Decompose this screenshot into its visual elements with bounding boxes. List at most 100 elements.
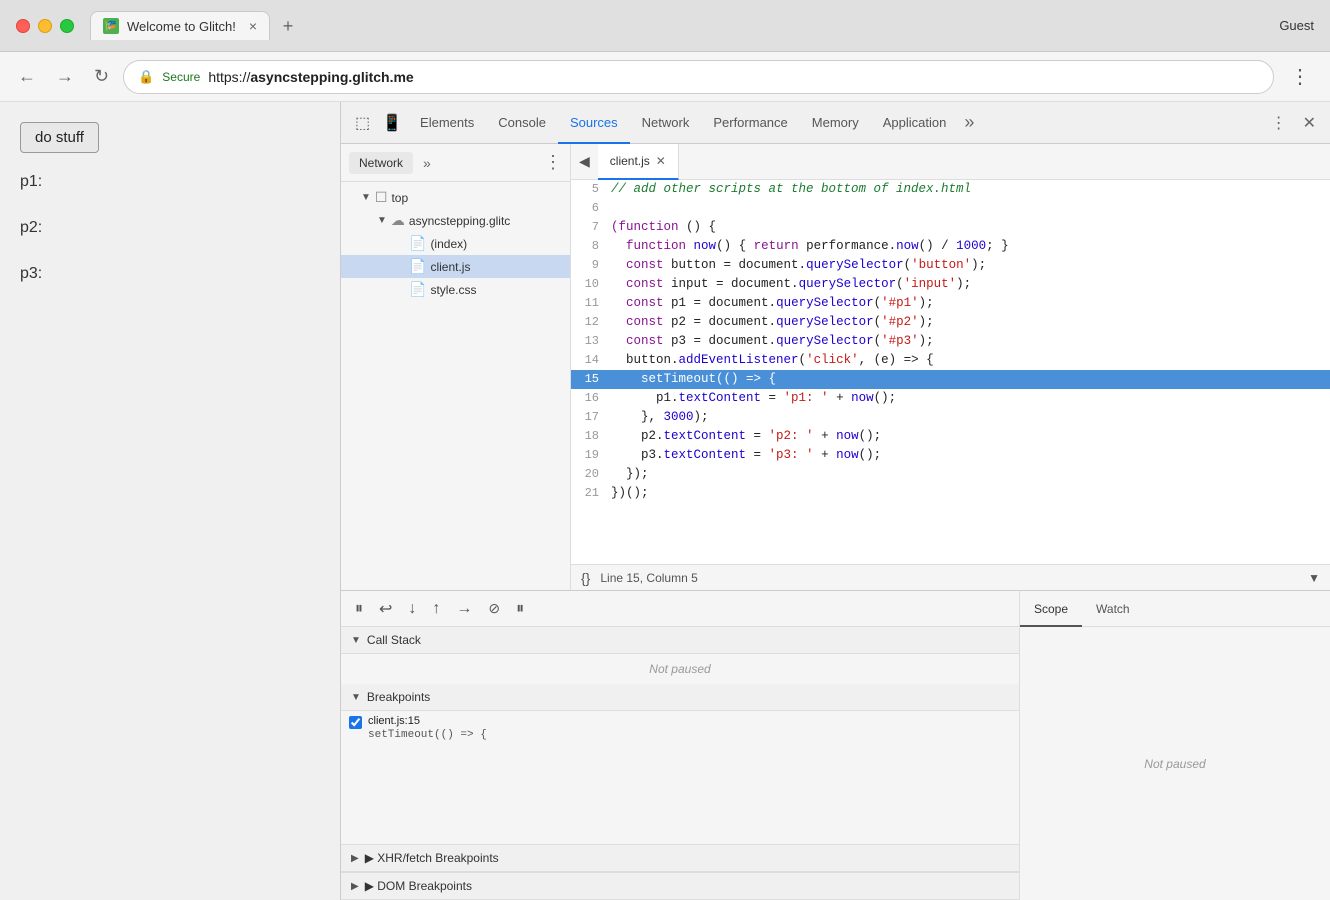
address-input[interactable]: 🔒 Secure https://asyncstepping.glitch.me (123, 60, 1274, 94)
forward-button[interactable]: → (50, 62, 80, 91)
step-into-button[interactable]: ↓ (402, 597, 422, 621)
maximize-button[interactable] (60, 19, 74, 33)
inspect-element-button[interactable]: ⬚ (349, 109, 376, 137)
debugger-panel: ⏸ ↩ ↓ ↑ → ⊘ ⏸ ▼ Call Stack Not paused (341, 591, 1020, 900)
file-panel-header: Network » ⋮ (341, 144, 570, 182)
devtools-topbar: ⬚ 📱 Elements Console Sources Network Per… (341, 102, 1330, 144)
call-stack-label: Call Stack (367, 633, 421, 647)
step-over-button[interactable]: ↩ (373, 596, 398, 622)
code-line-17: 17 }, 3000); (571, 408, 1330, 427)
scope-tab-watch[interactable]: Watch (1082, 591, 1144, 627)
tree-item-style-css[interactable]: 📄 style.css (341, 278, 570, 301)
scope-tabs: Scope Watch (1020, 591, 1330, 627)
debugger-toolbar: ⏸ ↩ ↓ ↑ → ⊘ ⏸ (341, 591, 1019, 627)
scope-content: Not paused (1020, 627, 1330, 900)
tree-arrow-domain: ▼ (377, 215, 387, 226)
tab-performance[interactable]: Performance (701, 102, 799, 144)
xhr-arrow: ▶ (351, 853, 359, 864)
tab-memory[interactable]: Memory (800, 102, 871, 144)
tab-close-button[interactable]: × (249, 18, 257, 34)
format-button[interactable]: {} (581, 570, 590, 586)
status-text: Line 15, Column 5 (600, 571, 1298, 585)
code-line-5: 5 // add other scripts at the bottom of … (571, 180, 1330, 199)
scope-tab-scope[interactable]: Scope (1020, 591, 1082, 627)
devtools-panel: ⬚ 📱 Elements Console Sources Network Per… (340, 102, 1330, 900)
cloud-icon: ☁ (391, 212, 405, 229)
breakpoint-checkbox[interactable] (349, 716, 362, 729)
breakpoints-header[interactable]: ▼ Breakpoints (341, 684, 1019, 711)
more-tabs-button[interactable]: » (958, 112, 980, 133)
tree-label-top: top (391, 191, 408, 205)
breakpoint-content: client.js:15 setTimeout(() => { (368, 715, 487, 741)
code-editor[interactable]: 5 // add other scripts at the bottom of … (571, 180, 1330, 564)
label-p1: p1: (20, 173, 320, 191)
tab-elements[interactable]: Elements (408, 102, 486, 144)
call-stack-content: Not paused (341, 654, 1019, 684)
code-line-18: 18 p2.textContent = 'p2: ' + now(); (571, 427, 1330, 446)
folder-icon-top: ☐ (375, 189, 388, 206)
tab-application[interactable]: Application (871, 102, 959, 144)
label-p2: p2: (20, 219, 320, 237)
close-button[interactable] (16, 19, 30, 33)
breakpoint-code: setTimeout(() => { (368, 729, 487, 741)
tab-sources[interactable]: Sources (558, 102, 630, 144)
reload-button[interactable]: ↻ (88, 62, 115, 91)
browser-menu-button[interactable]: ⋮ (1282, 60, 1318, 93)
code-line-6: 6 (571, 199, 1330, 218)
code-line-7: 7 (function () { (571, 218, 1330, 237)
file-panel: Network » ⋮ ▼ ☐ top ▼ ☁ asyncsteppi (341, 144, 571, 590)
pause-resume-button[interactable]: ⏸ (349, 597, 369, 621)
breakpoint-item: client.js:15 setTimeout(() => { (341, 711, 1019, 745)
code-back-button[interactable]: ◀ (571, 149, 598, 174)
call-stack-header[interactable]: ▼ Call Stack (341, 627, 1019, 654)
traffic-lights (16, 19, 74, 33)
new-tab-button[interactable]: + (270, 12, 306, 40)
settings-button[interactable]: ⋮ (1265, 109, 1293, 137)
pause-on-exceptions-button[interactable]: ⏸ (510, 597, 530, 621)
file-panel-more[interactable]: » (417, 153, 437, 173)
file-panel-menu[interactable]: ⋮ (544, 152, 562, 173)
code-tab-close[interactable]: ✕ (656, 154, 666, 168)
deactivate-breakpoints-button[interactable]: ⊘ (482, 597, 506, 620)
address-text: https://asyncstepping.glitch.me (208, 69, 1259, 85)
tree-label-domain: asyncstepping.glitc (409, 214, 510, 228)
code-tab-label: client.js (610, 154, 650, 168)
minimize-button[interactable] (38, 19, 52, 33)
tree-item-domain[interactable]: ▼ ☁ asyncstepping.glitc (341, 209, 570, 232)
devtools-tabs: Elements Console Sources Network Perform… (408, 102, 1265, 144)
code-tab-client-js[interactable]: client.js ✕ (598, 144, 679, 180)
dom-arrow: ▶ (351, 881, 359, 892)
tab-console[interactable]: Console (486, 102, 558, 144)
tree-label-client-js: client.js (430, 260, 470, 274)
dom-breakpoints-header[interactable]: ▶ ▶ DOM Breakpoints (341, 872, 1019, 900)
back-button[interactable]: ← (12, 62, 42, 91)
tree-item-index[interactable]: 📄 (index) (341, 232, 570, 255)
file-panel-network-tab[interactable]: Network (349, 152, 413, 174)
code-line-16: 16 p1.textContent = 'p1: ' + now(); (571, 389, 1330, 408)
file-tree: ▼ ☐ top ▼ ☁ asyncstepping.glitc 📄 (i (341, 182, 570, 590)
xhr-breakpoints-header[interactable]: ▶ ▶ XHR/fetch Breakpoints (341, 844, 1019, 872)
step-button[interactable]: → (450, 597, 478, 621)
html-file-icon: 📄 (409, 235, 426, 252)
status-arrow-button[interactable]: ▼ (1308, 571, 1320, 585)
tree-item-top[interactable]: ▼ ☐ top (341, 186, 570, 209)
do-stuff-button[interactable]: do stuff (20, 122, 99, 153)
browser-tab[interactable]: 🎏 Welcome to Glitch! × (90, 11, 270, 40)
tab-network[interactable]: Network (630, 102, 702, 144)
code-line-21: 21 })(); (571, 484, 1330, 503)
secure-badge: Secure (162, 70, 200, 84)
tree-label-index: (index) (430, 237, 467, 251)
breakpoints-label: Breakpoints (367, 690, 430, 704)
device-toolbar-button[interactable]: 📱 (376, 109, 408, 137)
call-stack-arrow: ▼ (351, 635, 361, 646)
code-line-12: 12 const p2 = document.querySelector('#p… (571, 313, 1330, 332)
code-line-20: 20 }); (571, 465, 1330, 484)
tab-title: Welcome to Glitch! (127, 19, 236, 34)
label-p3: p3: (20, 265, 320, 283)
code-line-8: 8 function now() { return performance.no… (571, 237, 1330, 256)
code-panel: ◀ client.js ✕ 5 // add other scripts at … (571, 144, 1330, 590)
step-out-button[interactable]: ↑ (426, 597, 446, 621)
content-area: do stuff p1: p2: p3: ⬚ 📱 Elements Consol… (0, 102, 1330, 900)
close-devtools-button[interactable]: ✕ (1297, 109, 1322, 137)
tree-item-client-js[interactable]: 📄 client.js (341, 255, 570, 278)
